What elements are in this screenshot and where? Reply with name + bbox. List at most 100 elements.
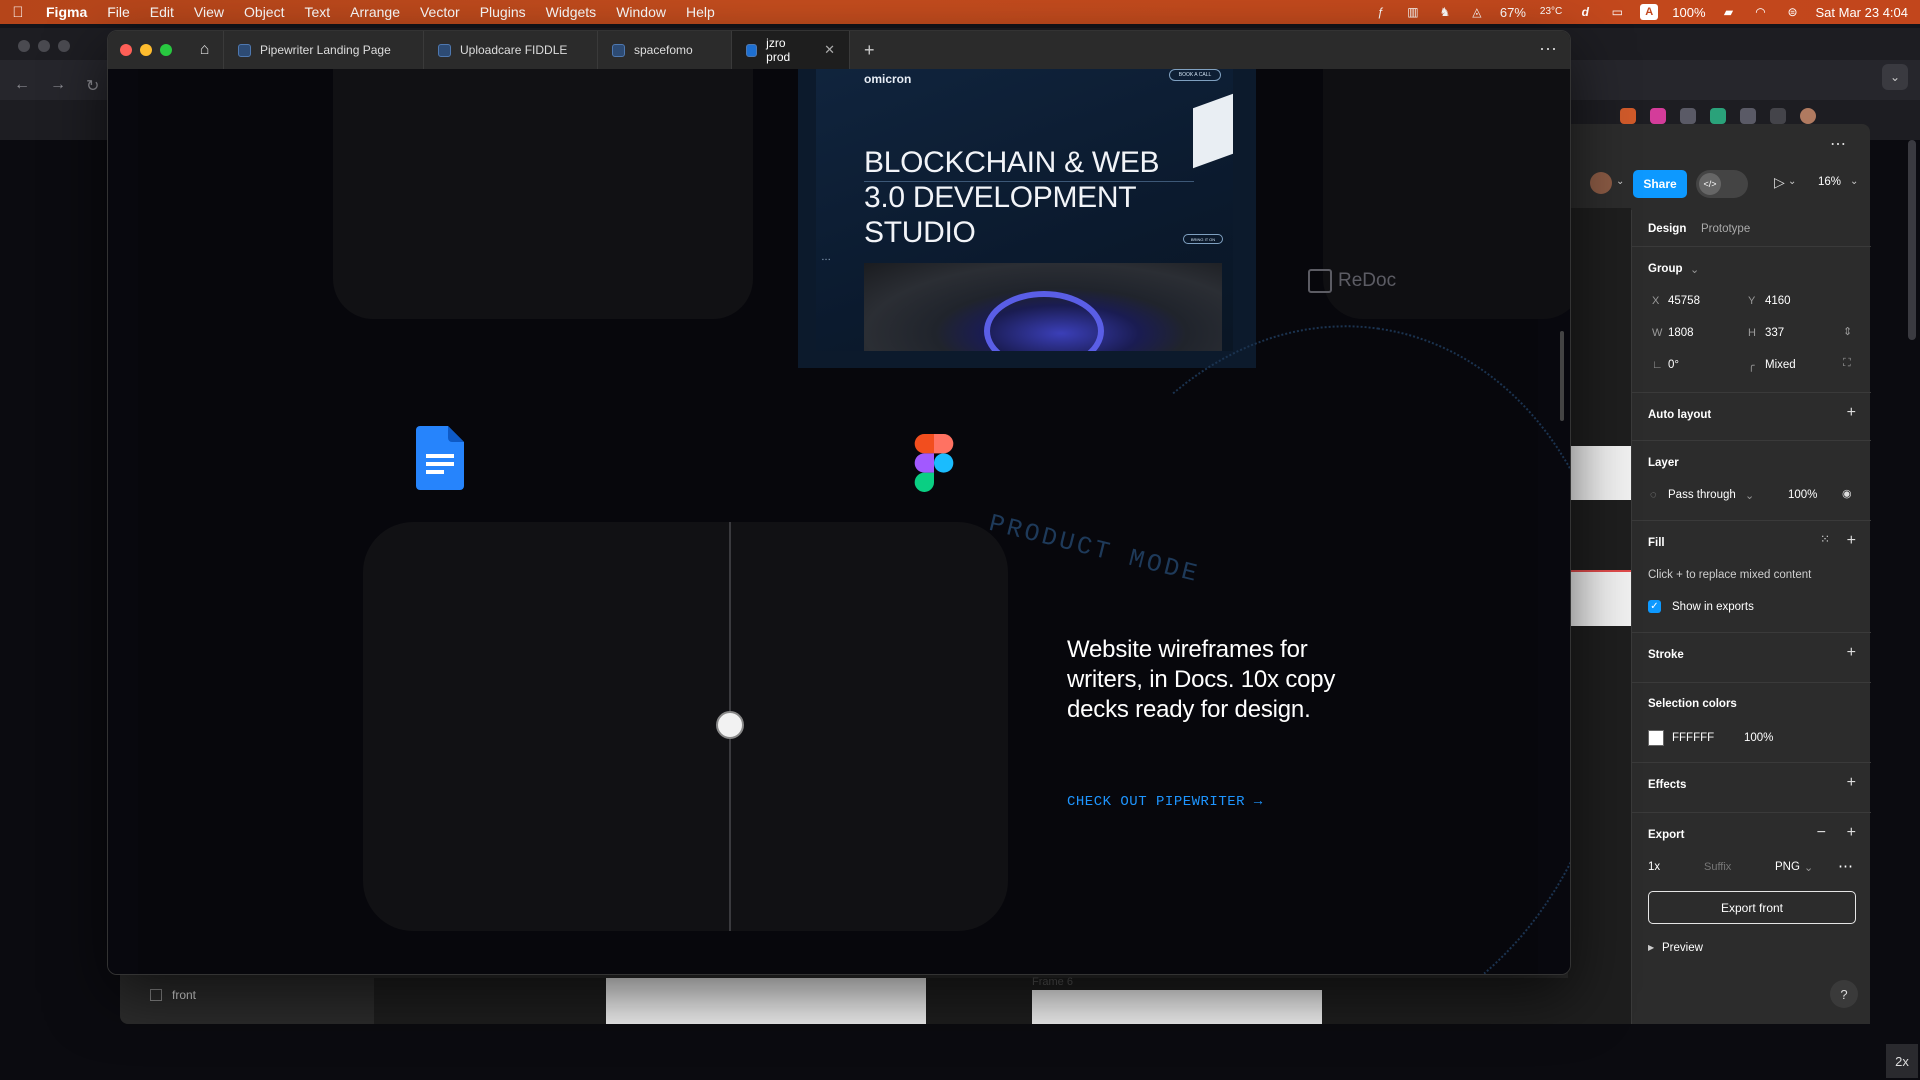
- help-button[interactable]: ?: [1830, 980, 1858, 1008]
- extension-icon[interactable]: [1650, 108, 1666, 124]
- visibility-eye-icon[interactable]: ◉: [1842, 487, 1852, 500]
- chevron-down-icon[interactable]: ⌄: [1690, 263, 1699, 276]
- export-button[interactable]: Export front: [1648, 891, 1856, 924]
- menu-widgets[interactable]: Widgets: [536, 0, 607, 24]
- canvas-frame-thumbnail[interactable]: [1571, 446, 1631, 500]
- show-in-exports-checkbox[interactable]: ✓: [1648, 600, 1661, 613]
- figma-status-icon[interactable]: ƒ: [1372, 5, 1390, 19]
- present-play-icon[interactable]: ▷: [1774, 174, 1785, 191]
- minimize-window-button[interactable]: [140, 44, 152, 56]
- menu-text[interactable]: Text: [294, 0, 340, 24]
- chevron-down-icon[interactable]: ⌄: [1804, 861, 1813, 874]
- corner-radius-field[interactable]: Mixed: [1765, 359, 1796, 371]
- dictionary-icon[interactable]: d: [1576, 5, 1594, 19]
- close-tab-icon[interactable]: ✕: [824, 42, 835, 58]
- chevron-down-icon[interactable]: ⌄: [1850, 176, 1858, 187]
- styles-grid-icon[interactable]: ⁙: [1820, 532, 1830, 546]
- stats-icon[interactable]: ▥: [1404, 5, 1422, 19]
- export-settings-icon[interactable]: ⋯: [1838, 857, 1853, 875]
- add-stroke-icon[interactable]: +: [1847, 644, 1856, 662]
- canvas-frame-thumbnail[interactable]: [1571, 570, 1631, 626]
- more-options-icon[interactable]: ⋯: [1830, 134, 1846, 154]
- tab-design[interactable]: Design: [1648, 223, 1686, 235]
- color-swatch[interactable]: [1648, 730, 1664, 746]
- file-tab[interactable]: spacefomo: [598, 31, 732, 69]
- layer-row[interactable]: front: [150, 988, 196, 1002]
- x-field[interactable]: 45758: [1668, 295, 1700, 307]
- rotation-field[interactable]: 0°: [1668, 359, 1679, 371]
- menu-vector[interactable]: Vector: [410, 0, 470, 24]
- menu-app-figma[interactable]: Figma: [36, 0, 97, 24]
- chevron-down-icon[interactable]: ⌄: [1788, 176, 1796, 187]
- display-icon[interactable]: ▭: [1608, 5, 1626, 19]
- file-tab[interactable]: Pipewriter Landing Page: [224, 31, 424, 69]
- add-effect-icon[interactable]: +: [1847, 774, 1856, 792]
- dev-mode-toggle[interactable]: </>: [1696, 170, 1748, 198]
- wifi-icon[interactable]: ◠: [1752, 5, 1770, 19]
- battery-icon[interactable]: ▰: [1720, 5, 1738, 19]
- blend-mode-dropdown[interactable]: Pass through: [1668, 489, 1736, 501]
- menu-window[interactable]: Window: [606, 0, 676, 24]
- reload-icon[interactable]: ↻: [86, 76, 99, 96]
- more-options-icon[interactable]: ⋯: [1539, 39, 1558, 60]
- background-scrollbar[interactable]: [1908, 140, 1916, 340]
- menu-edit[interactable]: Edit: [140, 0, 184, 24]
- chevron-down-icon[interactable]: ⌄: [1616, 176, 1624, 187]
- vertical-scrollbar[interactable]: [1560, 331, 1564, 421]
- add-export-icon[interactable]: +: [1847, 824, 1856, 842]
- canvas-frame-thumbnail[interactable]: [1032, 990, 1322, 1024]
- input-source-icon[interactable]: A: [1640, 4, 1659, 20]
- user-avatar[interactable]: [1590, 172, 1612, 194]
- tab-list-chevron-icon[interactable]: ⌄: [1882, 64, 1908, 90]
- selection-color-hex[interactable]: FFFFFF: [1672, 732, 1714, 744]
- canvas-viewport[interactable]: omicron BOOK A CALL BLOCKCHAIN & WEB 3.0…: [108, 69, 1570, 974]
- before-after-slider-card[interactable]: [363, 522, 1008, 931]
- preview-toggle[interactable]: Preview: [1662, 942, 1703, 954]
- frame-label[interactable]: Frame 6: [1032, 976, 1073, 988]
- width-field[interactable]: 1808: [1668, 327, 1694, 339]
- apple-icon[interactable]: : [0, 4, 36, 21]
- group-dropdown[interactable]: Group: [1648, 263, 1683, 275]
- adobe-icon[interactable]: ◬: [1468, 5, 1486, 19]
- zoom-level[interactable]: 16%: [1818, 176, 1841, 188]
- home-icon[interactable]: ⌂: [186, 31, 224, 69]
- height-field[interactable]: 337: [1765, 327, 1784, 339]
- caret-right-icon[interactable]: ▶: [1648, 943, 1654, 952]
- check-out-pipewriter-link[interactable]: CHECK OUT PIPEWRITER →: [1067, 794, 1263, 810]
- menu-file[interactable]: File: [97, 0, 140, 24]
- sidebar-icon[interactable]: [1770, 108, 1786, 124]
- new-tab-plus-icon[interactable]: +: [850, 40, 889, 61]
- export-scale[interactable]: 1x: [1648, 861, 1660, 873]
- menu-help[interactable]: Help: [676, 0, 725, 24]
- menu-arrange[interactable]: Arrange: [340, 0, 410, 24]
- extension-icon[interactable]: [1680, 108, 1696, 124]
- remove-export-icon[interactable]: −: [1817, 824, 1826, 842]
- back-icon[interactable]: ←: [14, 76, 30, 94]
- add-fill-icon[interactable]: +: [1847, 532, 1856, 550]
- profile-avatar[interactable]: [1800, 108, 1816, 124]
- menu-plugins[interactable]: Plugins: [470, 0, 536, 24]
- puzzle-icon[interactable]: [1740, 108, 1756, 124]
- menubar-datetime[interactable]: Sat Mar 23 4:04: [1816, 5, 1909, 20]
- control-center-icon[interactable]: ⊜: [1784, 5, 1802, 19]
- share-button[interactable]: Share: [1633, 170, 1687, 198]
- canvas-frame-thumbnail[interactable]: [606, 978, 926, 1024]
- tab-prototype[interactable]: Prototype: [1701, 223, 1750, 235]
- close-window-button[interactable]: [120, 44, 132, 56]
- file-tab[interactable]: Uploadcare FIDDLE: [424, 31, 598, 69]
- export-suffix-field[interactable]: Suffix: [1704, 861, 1731, 873]
- constrain-proportions-icon[interactable]: ⇕: [1843, 325, 1852, 338]
- extension-icon[interactable]: [1710, 108, 1726, 124]
- menu-view[interactable]: View: [184, 0, 234, 24]
- export-format-dropdown[interactable]: PNG: [1775, 861, 1800, 873]
- forward-icon[interactable]: →: [50, 76, 66, 94]
- zoom-window-button[interactable]: [160, 44, 172, 56]
- independent-corners-icon[interactable]: ⛶: [1843, 357, 1851, 370]
- selection-color-opacity[interactable]: 100%: [1744, 732, 1773, 744]
- y-field[interactable]: 4160: [1765, 295, 1791, 307]
- chevron-down-icon[interactable]: ⌄: [1745, 489, 1754, 502]
- layer-opacity[interactable]: 100%: [1788, 489, 1817, 501]
- slider-handle[interactable]: [716, 711, 744, 739]
- add-auto-layout-icon[interactable]: +: [1847, 404, 1856, 422]
- cat-icon[interactable]: ♞: [1436, 5, 1454, 19]
